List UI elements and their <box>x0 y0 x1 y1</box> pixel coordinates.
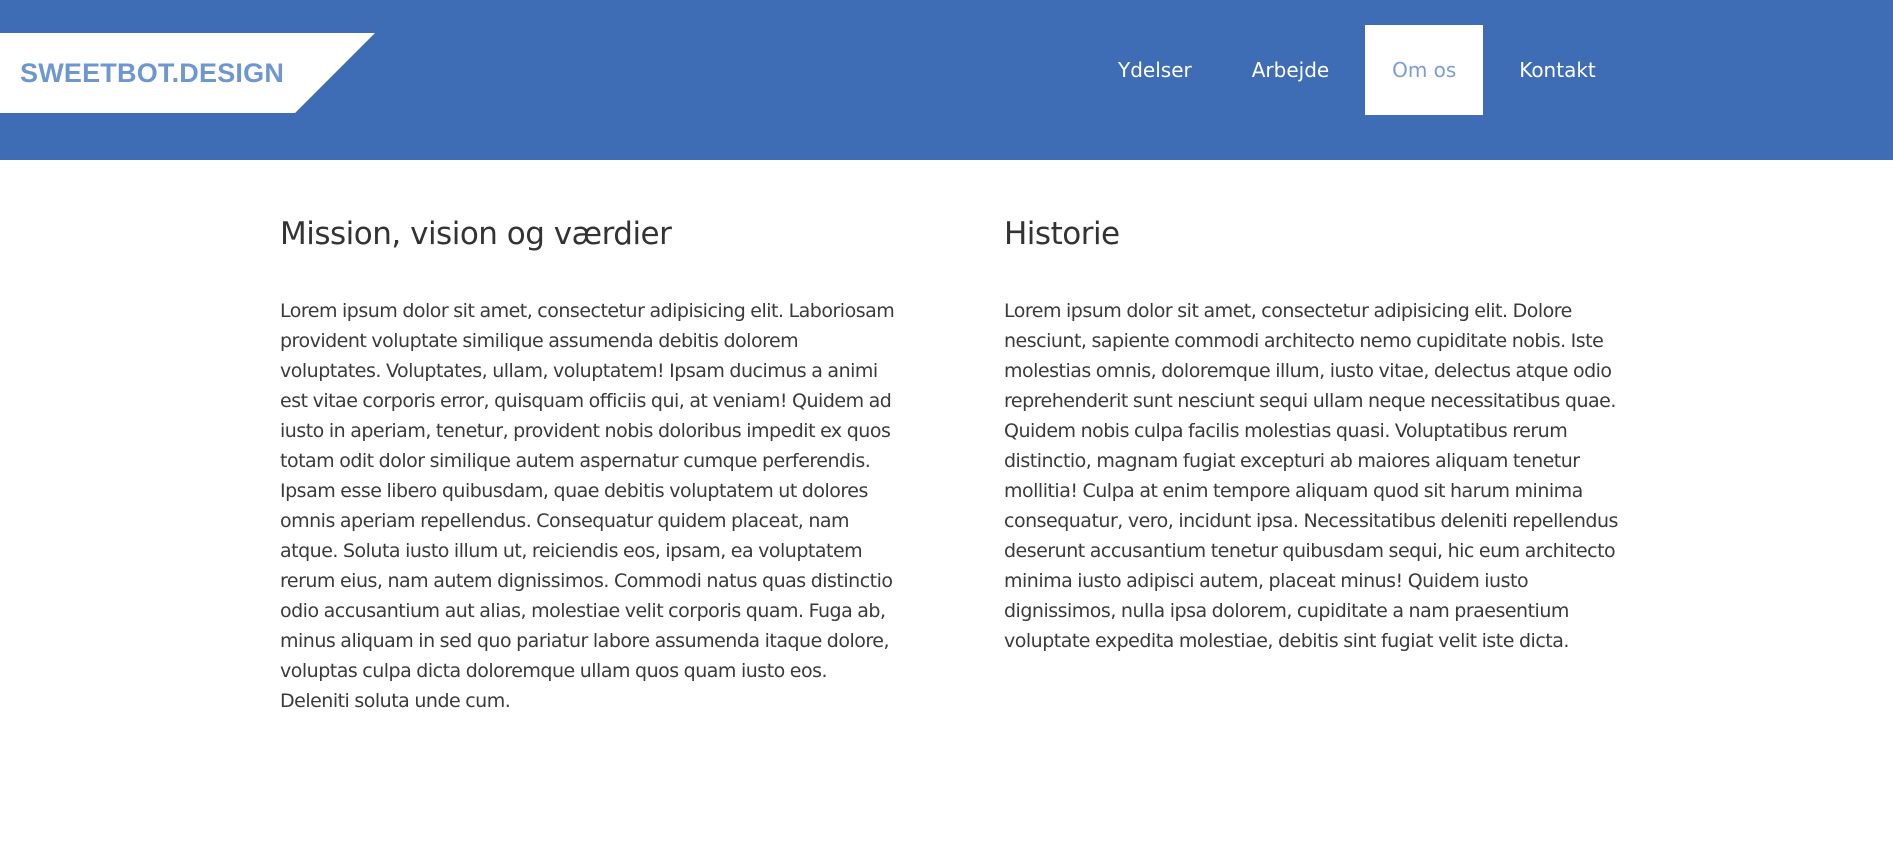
history-section: Historie Lorem ipsum dolor sit amet, con… <box>1004 212 1624 656</box>
history-body: Lorem ipsum dolor sit amet, consectetur … <box>1004 300 1618 652</box>
mission-section: Mission, vision og værdier Lorem ipsum d… <box>280 212 900 716</box>
nav-item-om-os[interactable]: Om os <box>1365 25 1484 115</box>
nav-item-arbejde[interactable]: Arbejde <box>1222 25 1359 115</box>
logo-text: SWEETBOT.DESIGN <box>20 58 285 88</box>
site-header: SWEETBOT.DESIGN Ydelser Arbejde Om os Ko… <box>0 0 1893 160</box>
nav-item-kontakt[interactable]: Kontakt <box>1489 25 1626 115</box>
mission-body: Lorem ipsum dolor sit amet, consectetur … <box>280 300 895 712</box>
main-nav: Ydelser Arbejde Om os Kontakt <box>1094 25 1626 115</box>
logo[interactable]: SWEETBOT.DESIGN <box>0 33 375 113</box>
nav-item-ydelser[interactable]: Ydelser <box>1094 25 1222 115</box>
mission-heading: Mission, vision og værdier <box>280 216 672 252</box>
history-heading: Historie <box>1004 216 1120 252</box>
